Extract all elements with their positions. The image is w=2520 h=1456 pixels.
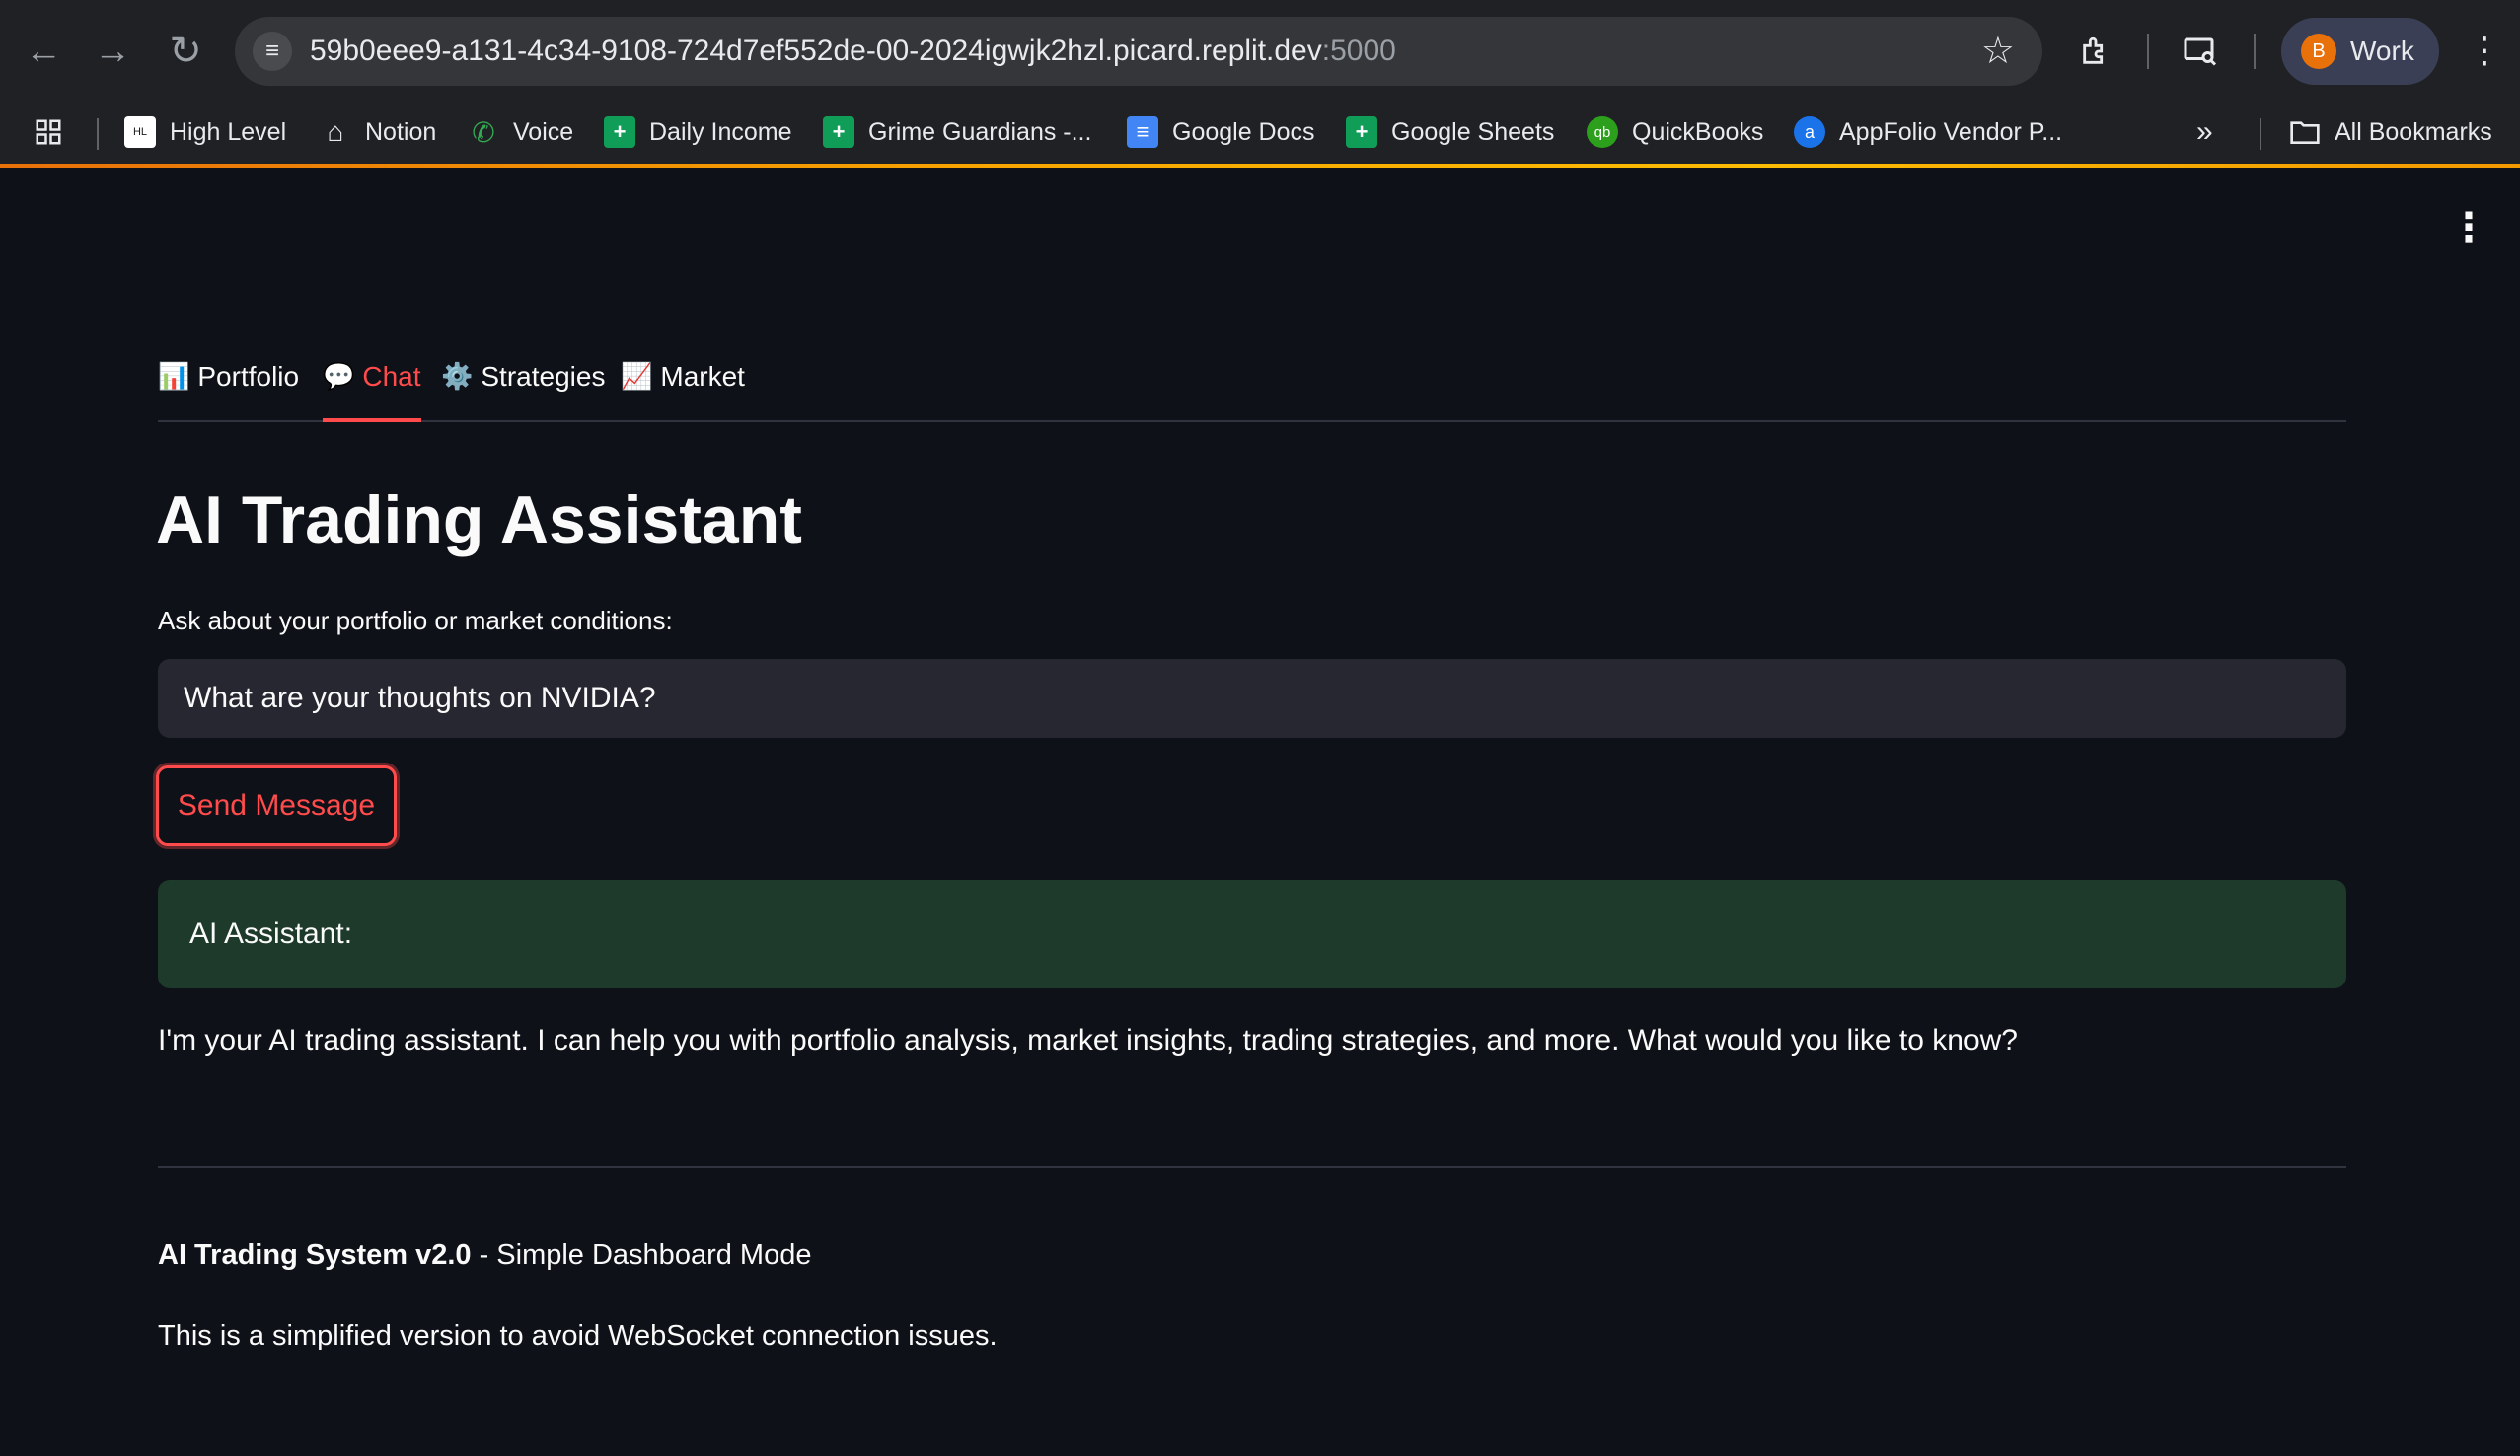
- site-info-icon[interactable]: ≡: [253, 32, 292, 71]
- send-message-button[interactable]: Send Message: [156, 765, 397, 846]
- app-main: ⋮ 📊 Portfolio 💬 Chat ⚙️ Strategies 📈 Market …: [0, 168, 2520, 1456]
- bookmark-appfolio[interactable]: a AppFolio Vendor P...: [1794, 109, 2062, 156]
- browser-toolbar: ← → ↻ ≡ 59b0eee9-a131-4c34-9108-724d7ef5…: [0, 0, 2520, 103]
- footer-version-bold: AI Trading System v2.0: [158, 1239, 472, 1271]
- all-bookmarks[interactable]: All Bookmarks: [2289, 109, 2492, 156]
- quickbooks-icon: qb: [1587, 116, 1618, 148]
- toolbar-divider: [2254, 34, 2256, 69]
- star-icon[interactable]: ☆: [1981, 29, 2015, 73]
- more-bookmarks-icon[interactable]: »: [2196, 109, 2213, 156]
- bookmark-daily-income[interactable]: + Daily Income: [604, 109, 792, 156]
- footer-version-rest: - Simple Dashboard Mode: [471, 1239, 812, 1271]
- divider: [158, 1166, 2346, 1168]
- back-icon[interactable]: ←: [18, 26, 69, 77]
- tab-strategies[interactable]: ⚙️ Strategies: [441, 353, 605, 420]
- footer-note: This is a simplified version to avoid We…: [158, 1320, 998, 1351]
- page-title: AI Trading Assistant: [156, 482, 802, 557]
- apps-grid-icon[interactable]: [34, 109, 63, 156]
- sheets-icon: +: [1346, 116, 1377, 148]
- tab-portfolio[interactable]: 📊 Portfolio: [158, 353, 299, 420]
- profile-name: Work: [2350, 36, 2414, 66]
- highlevel-icon: HL: [124, 116, 156, 148]
- screen-search-icon[interactable]: [2177, 28, 2224, 75]
- bookmark-grime-guardians[interactable]: + Grime Guardians -...: [823, 109, 1091, 156]
- phone-icon: ✆: [472, 116, 495, 148]
- chat-input[interactable]: [158, 659, 2346, 738]
- assistant-alert: AI Assistant:: [158, 880, 2346, 988]
- tab-chat[interactable]: 💬 Chat: [323, 353, 421, 422]
- footer-version: AI Trading System v2.0 - Simple Dashboar…: [158, 1239, 811, 1272]
- browser-chrome: ← → ↻ ≡ 59b0eee9-a131-4c34-9108-724d7ef5…: [0, 0, 2520, 168]
- bookmark-high-level[interactable]: HL High Level: [124, 109, 286, 156]
- bookmark-divider: [97, 118, 99, 150]
- folder-icon: [2289, 116, 2321, 148]
- browser-menu-icon[interactable]: ⋮: [2467, 30, 2502, 71]
- bookmark-notion[interactable]: ⌂ Notion: [320, 109, 437, 156]
- bookmark-divider: [2260, 118, 2261, 150]
- toolbar-divider: [2147, 34, 2149, 69]
- avatar: B: [2301, 34, 2336, 69]
- address-url[interactable]: 59b0eee9-a131-4c34-9108-724d7ef552de-00-…: [310, 35, 1396, 68]
- assistant-response: I'm your AI trading assistant. I can hel…: [158, 1024, 2018, 1056]
- home-icon: ⌂: [327, 116, 344, 147]
- docs-icon: ≡: [1127, 116, 1158, 148]
- tab-market[interactable]: 📈 Market: [621, 353, 745, 420]
- sheets-icon: +: [604, 116, 635, 148]
- app-menu-icon[interactable]: ⋮: [2449, 205, 2488, 251]
- bookmark-voice[interactable]: ✆ Voice: [468, 109, 573, 156]
- appfolio-icon: a: [1794, 116, 1825, 148]
- input-label: Ask about your portfolio or market condi…: [158, 606, 673, 635]
- sheets-icon: +: [823, 116, 854, 148]
- bookmark-google-sheets[interactable]: + Google Sheets: [1346, 109, 1554, 156]
- forward-icon[interactable]: →: [87, 26, 138, 77]
- profile-button[interactable]: B Work: [2281, 18, 2439, 85]
- assistant-label: AI Assistant:: [189, 917, 353, 950]
- bookmark-google-docs[interactable]: ≡ Google Docs: [1127, 109, 1315, 156]
- address-bar[interactable]: ≡ 59b0eee9-a131-4c34-9108-724d7ef552de-0…: [235, 17, 2042, 86]
- tab-bar: 📊 Portfolio 💬 Chat ⚙️ Strategies 📈 Market: [158, 353, 2346, 422]
- bookmarks-bar: HL High Level ⌂ Notion ✆ Voice + Daily Incom…: [0, 103, 2520, 164]
- puzzle-icon[interactable]: [2072, 28, 2119, 75]
- reload-icon[interactable]: ↻: [160, 26, 211, 77]
- bookmark-quickbooks[interactable]: qb QuickBooks: [1587, 109, 1763, 156]
